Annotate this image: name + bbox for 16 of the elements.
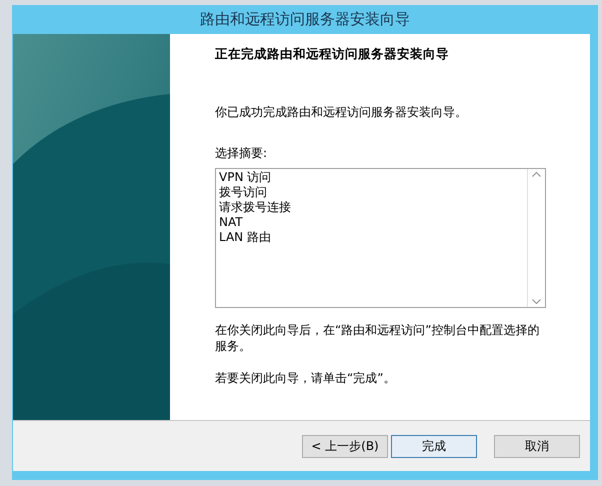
window-title: 路由和远程访问服务器安装向导 (199, 9, 411, 30)
note-text: 在你关闭此向导后，在“路由和远程访问”控制台中配置选择的服务。 (215, 322, 540, 354)
closing-text: 若要关闭此向导，请单击“完成”。 (215, 370, 396, 387)
summary-label: 选择摘要: (215, 145, 268, 162)
wizard-button[interactable]: 完成 (391, 434, 477, 458)
summary-item: 拨号访问 (219, 185, 267, 200)
summary-item: VPN 访问 (219, 170, 272, 185)
wizard-button[interactable]: 取消 (494, 434, 580, 458)
summary-item: NAT (219, 215, 243, 230)
wizard-heading: 正在完成路由和远程访问服务器安装向导 (215, 46, 450, 63)
scroll-up-icon[interactable] (532, 172, 541, 177)
summary-item: LAN 路由 (219, 230, 271, 245)
scroll-down-icon[interactable] (532, 299, 541, 304)
intro-text: 你已成功完成路由和远程访问服务器安装向导。 (215, 104, 468, 121)
summary-item: 请求拨号连接 (219, 200, 291, 215)
wizard-button[interactable]: < 上一步(B) (302, 434, 388, 458)
